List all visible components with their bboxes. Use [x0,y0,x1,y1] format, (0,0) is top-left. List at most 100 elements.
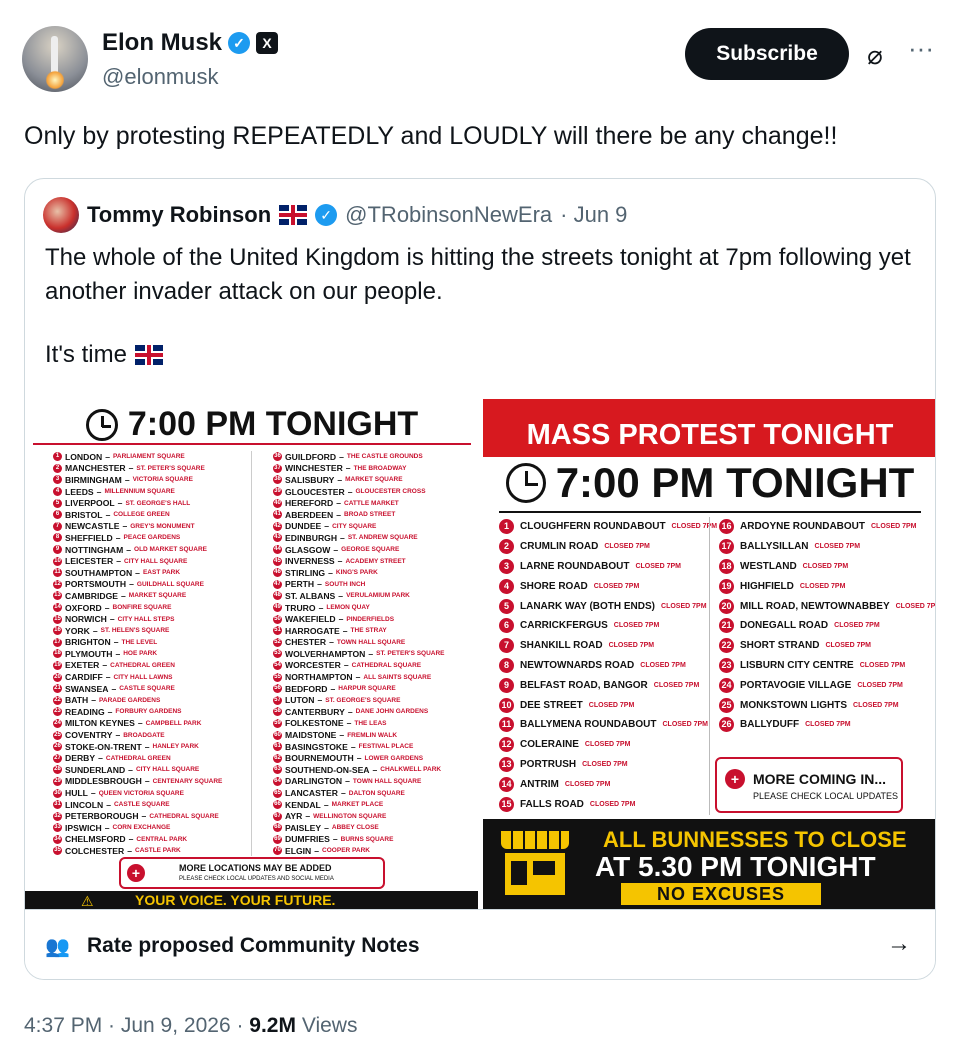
location-name: HEREFORD [285,498,334,509]
quoted-post[interactable]: Tommy Robinson ✓ @TRobinsonNewEra · Jun … [24,178,936,980]
business-banner: ALL BUNNESSES TO CLOSE AT 5.30 PM TONIGH… [483,819,935,909]
location-name: BALLYMENA ROUNDABOUT [520,719,657,731]
location-number: 3 [53,475,62,485]
subscribe-button[interactable]: Subscribe [685,28,849,80]
location-item: 17 BALLYSILLAN CLOSED 7PM [719,537,935,557]
separator: – [122,521,128,532]
location-name: WORCESTER [285,660,341,671]
location-item: 41 ABERDEEN – BROAD STREET [273,509,478,521]
location-detail: CASTLE PARK [135,847,181,855]
location-detail: CLOSED 7PM [640,661,686,669]
quote-text-2: It's time [45,341,163,369]
location-detail: OLD MARKET SQUARE [134,546,207,554]
divider [251,451,252,856]
location-number: 42 [273,521,282,531]
location-item: 58 CANTERBURY – DANE JOHN GARDENS [273,706,478,718]
location-detail: CLOSED 7PM [588,701,635,709]
location-item: 64 DARLINGTON – TOWN HALL SQUARE [273,776,478,788]
road-closures-image[interactable]: MASS PROTEST TONIGHT 7:00 PM TONIGHT 1 CL… [483,399,935,909]
author-name-row[interactable]: Elon Musk ✓ X [102,29,279,57]
location-number: 68 [273,823,282,833]
separator: – [355,672,361,683]
location-detail: GLOUCESTER CROSS [355,488,426,496]
location-detail: CLOSED 7PM [593,582,640,590]
location-detail: CASTLE SQUARE [113,801,170,809]
location-detail: CLOSED 7PM [799,582,846,590]
location-item: 51 HARROGATE – THE STRAY [273,625,478,637]
location-detail: CATHEDRAL SQUARE [149,812,219,820]
closure-list-right: 16 ARDOYNE ROUNDABOUT CLOSED 7PM 17 BALLYSIL… [719,517,935,735]
location-detail: CITY SQUARE [332,522,377,530]
author-avatar[interactable] [22,26,88,92]
location-number: 52 [273,637,282,647]
location-detail: MARKET PLACE [331,801,384,809]
location-name: ELGIN [285,845,312,856]
image2-header-text: MASS PROTEST TONIGHT [526,419,894,451]
location-detail: CLOSED 7PM [662,721,708,729]
location-item: 25 MONKSTOWN LIGHTS CLOSED 7PM [719,695,935,715]
location-detail: CLOSED 7PM [653,681,700,689]
location-item: 68 PAISLEY – ABBEY CLOSE [273,822,478,834]
location-detail: CLOSED 7PM [604,543,650,551]
separator: – [337,474,343,485]
location-name: DUNDEE [285,521,322,532]
location-name: SOUTHAMPTON [65,567,133,578]
location-item: 36 GUILDFORD – THE CASTLE GROUNDS [273,451,478,463]
location-name: YORK [65,625,90,636]
separator: – [127,845,132,856]
separator: – [318,602,324,613]
quote-avatar[interactable] [43,197,79,233]
more-options-icon[interactable]: ··· [906,35,936,66]
location-number: 66 [273,800,282,810]
location-item: 47 PERTH – SOUTH INCH [273,579,478,591]
community-notes-label[interactable]: Rate proposed Community Notes [87,934,420,958]
location-item: 70 ELGIN – COOPER PARK [273,845,478,857]
location-number: 8 [499,657,514,673]
location-number: 63 [273,765,282,775]
community-notes-row[interactable]: 👥 Rate proposed Community Notes → [25,909,935,979]
arrow-right-icon[interactable]: → [887,930,911,958]
location-detail: CLOSED 7PM [853,701,899,709]
location-item: 66 KENDAL – MARKET PLACE [273,799,478,811]
author-handle[interactable]: @elonmusk [102,64,219,90]
location-item: 2 CRUMLIN ROAD CLOSED 7PM [499,537,717,557]
location-item: 43 EDINBURGH – ST. ANDREW SQUARE [273,532,478,544]
location-name: ST. ALBANS [285,590,336,601]
location-item: 12 PORTSMOUTH – GUILDHALL SQUARE [53,579,259,591]
protest-locations-image[interactable]: 7:00 PM TONIGHT 1 LONDON – PARLIAMENT SQUAR… [25,399,479,909]
location-item: 20 MILL ROAD, NEWTOWNABBEY CLOSED 7PM [719,596,935,616]
location-item: 55 NORTHAMPTON – ALL SAINTS SQUARE [273,671,478,683]
grok-icon[interactable]: ⌀ [860,40,890,70]
location-number: 51 [273,626,282,636]
location-number: 41 [273,510,282,520]
location-number: 12 [499,737,514,753]
location-number: 70 [273,846,282,856]
divider [709,517,710,815]
location-name: GLASGOW [285,544,331,555]
quote-author-name[interactable]: Tommy Robinson [87,202,271,228]
location-name: BALLYSILLAN [740,541,809,553]
location-number: 69 [273,834,282,844]
location-detail: CLOSED 7PM [802,562,849,570]
location-name: IPSWICH [65,822,102,833]
more-coming-title: MORE COMING IN... [753,771,886,787]
location-name: PORTSMOUTH [65,579,127,590]
post-timestamp[interactable]: 4:37 PM · Jun 9, 2026 · [24,1014,249,1037]
location-item: 2 MANCHESTER – ST. PETER'S SQUARE [53,463,259,475]
separator: – [338,590,344,601]
location-detail: CLOSED 7PM [589,800,636,808]
location-name: MANCHESTER [65,463,126,474]
separator: – [305,811,311,822]
location-name: LANARK WAY (BOTH ENDS) [520,600,656,612]
location-item: 40 HEREFORD – CATTLE MARKET [273,497,478,509]
location-number: 44 [273,545,282,555]
location-detail: CLOSED 7PM [857,681,903,689]
location-name: MILTON KEYNES [65,718,135,729]
author-name[interactable]: Elon Musk [102,29,222,57]
location-name: KENDAL [285,799,321,810]
location-name: ABERDEEN [285,509,334,520]
quote-date[interactable]: · Jun 9 [560,202,627,228]
location-item: 22 SHORT STRAND CLOSED 7PM [719,636,935,656]
location-detail: CLOSED 7PM [859,661,906,669]
quote-author-handle[interactable]: @TRobinsonNewEra [345,202,552,228]
